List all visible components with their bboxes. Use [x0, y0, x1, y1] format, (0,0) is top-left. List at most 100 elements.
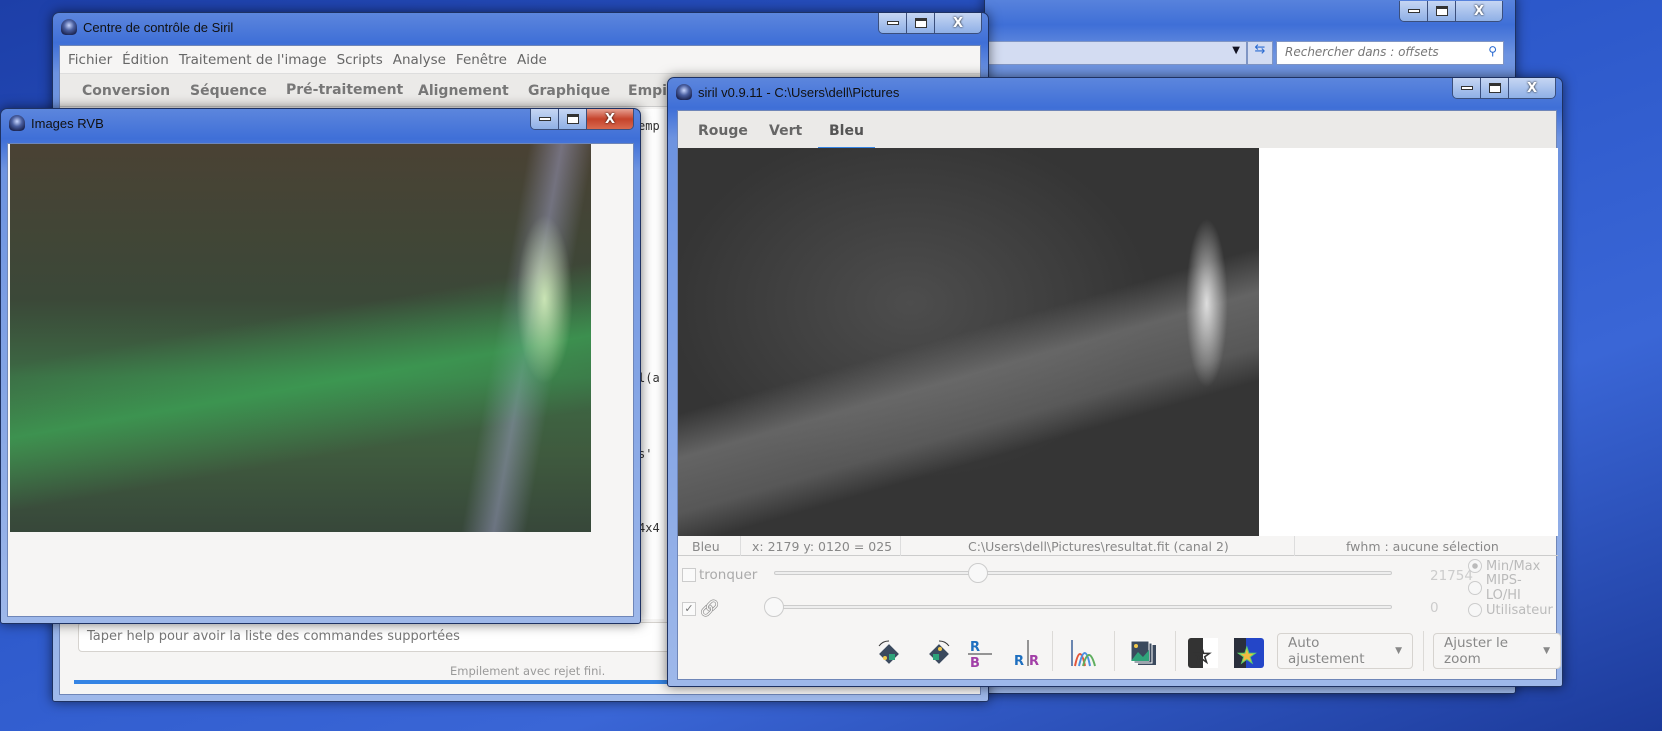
high-value-slider[interactable] [774, 571, 1392, 575]
image-stack-icon[interactable] [1130, 638, 1158, 668]
radio-label: MIPS-LO/HI [1485, 573, 1522, 603]
radio-label: Min/Max [1486, 558, 1541, 574]
toolbar-separator [1114, 631, 1115, 671]
minimize-button[interactable] [1453, 78, 1481, 98]
svg-text:R: R [1014, 654, 1024, 668]
tab-pretraitement[interactable]: Pré-traitement [286, 82, 403, 98]
siril-app-icon [61, 19, 77, 35]
radio-label: Utilisateur [1486, 602, 1553, 618]
minimize-button[interactable] [879, 13, 907, 33]
fit-zoom-dropdown[interactable]: Ajuster le zoom ▼ [1433, 633, 1561, 669]
high-slider-knob[interactable] [968, 563, 988, 583]
address-bar[interactable]: ▼ [985, 41, 1247, 65]
tab-vert[interactable]: Vert [769, 123, 802, 139]
auto-adjust-label: Auto ajustement [1288, 635, 1365, 667]
mirror-horizontal-icon[interactable]: RB [968, 638, 996, 671]
menu-bar: Fichier Édition Traitement de l'image Scrip… [60, 46, 980, 73]
window-title-text: Centre de contrôle de Siril [83, 19, 234, 35]
window-title: Images RVB [9, 115, 104, 131]
window-title-text: siril v0.9.11 - C:\Users\dell\Pictures [698, 84, 900, 100]
svg-text:R: R [970, 640, 980, 655]
status-file: C:\Users\dell\Pictures\resultat.fit (can… [968, 539, 1229, 554]
status-fwhm: fwhm : aucune sélection [1346, 539, 1499, 554]
menu-analyse[interactable]: Analyse [393, 52, 446, 68]
log-text: l(a [638, 371, 660, 385]
explorer-window-controls: X [1399, 1, 1503, 22]
search-icon[interactable]: ⚲ [1488, 44, 1497, 58]
minimize-button[interactable] [531, 109, 559, 129]
siril-app-icon [9, 115, 25, 131]
command-placeholder: Taper help pour avoir la liste des comma… [87, 629, 460, 644]
rotate-left-icon[interactable] [875, 638, 903, 668]
link-icon: 🔗︎ [699, 599, 721, 619]
histogram-icon[interactable] [1070, 638, 1098, 668]
svg-text:B: B [970, 656, 980, 668]
menu-fichier[interactable]: Fichier [68, 52, 112, 68]
dropdown-arrow-icon[interactable]: ▼ [1232, 45, 1240, 56]
blue-channel-image[interactable] [678, 148, 1259, 536]
svg-text:R: R [1029, 654, 1039, 668]
toolbar-separator [1175, 631, 1176, 671]
channel-tabs: Rouge Vert Bleu [678, 111, 1556, 150]
siril-app-icon [676, 84, 692, 100]
scale-mode-group: Min/Max MIPS-LO/HI Utilisateur [1468, 555, 1556, 621]
chevron-down-icon: ▼ [1395, 646, 1402, 656]
status-channel: Bleu [692, 539, 720, 554]
rgb-image[interactable] [10, 144, 591, 532]
auto-adjust-dropdown[interactable]: Auto ajustement ▼ [1277, 633, 1413, 669]
maximize-button[interactable] [907, 13, 935, 33]
high-value: 21754 [1430, 568, 1473, 584]
tab-graphique[interactable]: Graphique [528, 83, 610, 99]
tab-rouge[interactable]: Rouge [698, 123, 748, 139]
low-value-slider[interactable] [768, 605, 1392, 609]
false-color-icon[interactable]: ★ [1234, 638, 1264, 670]
menu-fenetre[interactable]: Fenêtre [456, 52, 507, 68]
link-checkbox[interactable]: ✓ 🔗︎ [682, 599, 721, 619]
refresh-button[interactable]: ⇆ [1247, 41, 1273, 65]
siril-image-window: siril v0.9.11 - C:\Users\dell\Pictures X… [667, 77, 1563, 687]
progress-bar [74, 680, 714, 684]
divider [900, 536, 901, 556]
menu-scripts[interactable]: Scripts [337, 52, 383, 68]
chevron-down-icon: ▼ [1543, 646, 1550, 656]
maximize-button[interactable] [559, 109, 587, 129]
window-controls: X [878, 13, 982, 34]
close-button[interactable]: X [935, 13, 981, 33]
search-placeholder: Rechercher dans : offsets [1285, 45, 1439, 59]
status-text: Empilement avec rejet fini. [450, 664, 606, 678]
menu-edition[interactable]: Édition [122, 52, 169, 68]
close-button[interactable]: X [587, 109, 633, 129]
window-controls: X [1452, 78, 1556, 99]
maximize-button[interactable] [1481, 78, 1509, 98]
svg-text:★: ★ [1237, 644, 1257, 668]
close-button[interactable]: X [1456, 1, 1502, 21]
tab-conversion[interactable]: Conversion [82, 83, 170, 99]
mirror-vertical-icon[interactable]: RR [1014, 638, 1042, 669]
tab-sequence[interactable]: Séquence [190, 83, 267, 99]
command-input[interactable]: Taper help pour avoir la liste des comma… [78, 622, 698, 652]
maximize-button[interactable] [1428, 1, 1456, 21]
close-button[interactable]: X [1509, 78, 1555, 98]
divider [1294, 536, 1295, 556]
radio-utilisateur[interactable]: Utilisateur [1468, 599, 1556, 621]
menu-traitement[interactable]: Traitement de l'image [179, 52, 327, 68]
rgb-images-window: Images RVB X [0, 108, 641, 624]
log-text: emp [638, 119, 660, 133]
image-viewport[interactable] [678, 148, 1558, 536]
menu-aide[interactable]: Aide [517, 52, 547, 68]
radio-mips[interactable]: MIPS-LO/HI [1468, 573, 1556, 603]
window-title: siril v0.9.11 - C:\Users\dell\Pictures [676, 84, 899, 100]
minimize-button[interactable] [1400, 1, 1428, 21]
low-value: 0 [1430, 600, 1439, 616]
fit-zoom-label: Ajuster le zoom [1444, 635, 1509, 667]
tab-bleu[interactable]: Bleu [818, 121, 875, 150]
toolbar-separator [1052, 631, 1053, 671]
search-input[interactable]: Rechercher dans : offsets ⚲ [1276, 41, 1504, 65]
low-slider-knob[interactable] [764, 597, 784, 617]
rotate-right-icon[interactable] [925, 638, 953, 668]
tab-alignement[interactable]: Alignement [418, 83, 509, 99]
tronquer-checkbox[interactable]: tronquer [682, 567, 757, 583]
divider [740, 536, 741, 556]
negative-view-icon[interactable]: ☆ [1188, 638, 1218, 670]
image-statusbar: Bleu x: 2179 y: 0120 = 025 C:\Users\dell… [678, 536, 1558, 556]
